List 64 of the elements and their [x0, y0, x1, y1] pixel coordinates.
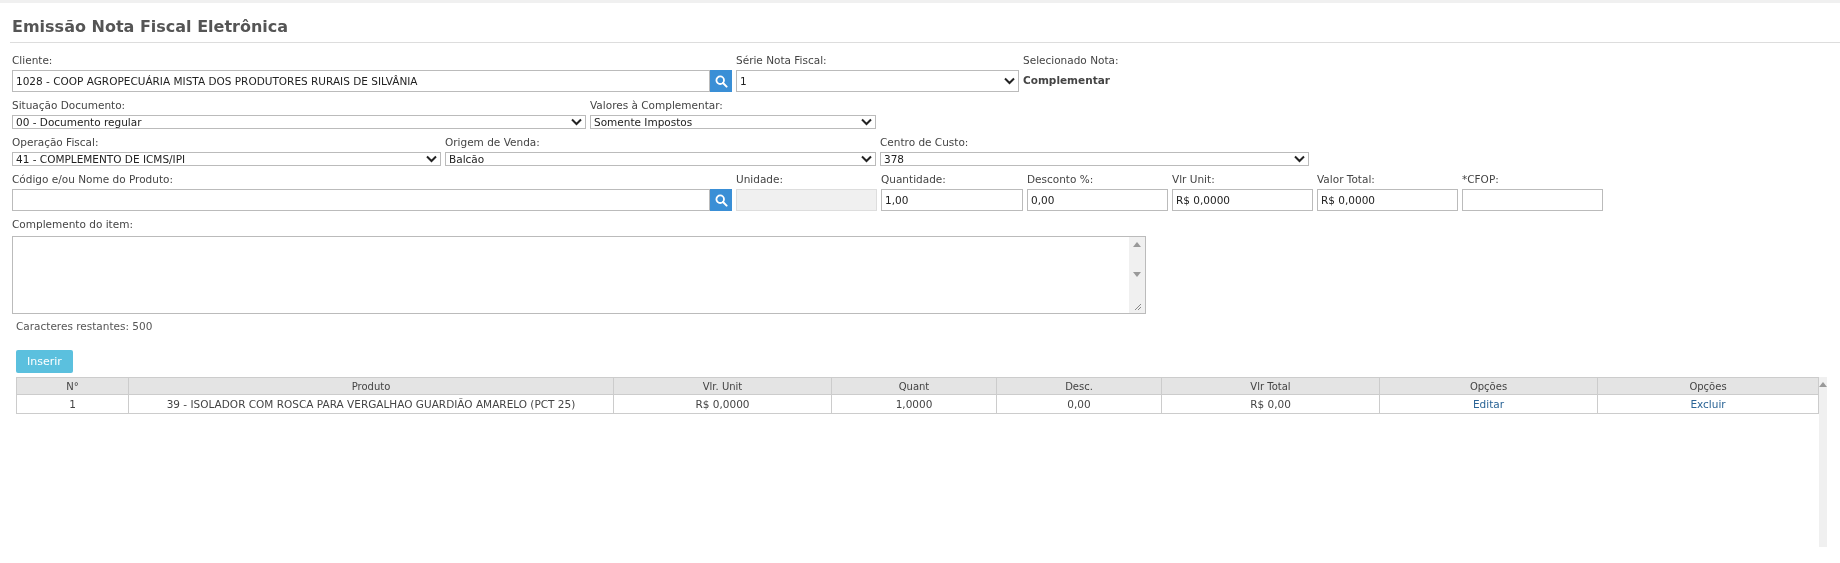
column-header: Produto — [128, 377, 614, 395]
table-cell: R$ 0,00 — [1161, 394, 1380, 414]
field-label: Unidade: — [736, 172, 785, 187]
field-label: Cliente: — [12, 53, 54, 68]
row-action-link[interactable]: Excluir — [1690, 398, 1726, 410]
note-type-value: Complementar — [1023, 74, 1111, 86]
select-field[interactable]: 378 — [880, 152, 1309, 166]
search-icon — [714, 74, 728, 88]
input-field[interactable]: R$ 0,0000 — [1172, 189, 1313, 211]
input-field[interactable] — [1462, 189, 1603, 211]
field-label: Operação Fiscal: — [12, 135, 100, 150]
field-label: Situação Documento: — [12, 98, 127, 113]
chevron-down-icon — [861, 118, 872, 126]
field-label: Quantidade: — [881, 172, 947, 187]
field-label: Complemento do item: — [12, 217, 134, 232]
chevron-down-icon — [426, 155, 437, 163]
field-label: Selecionado Nota: — [1023, 53, 1120, 68]
scroll-up-icon[interactable] — [1133, 242, 1141, 247]
search-field[interactable] — [12, 189, 710, 211]
input-field[interactable]: 1,00 — [881, 189, 1023, 211]
chevron-down-icon — [1294, 155, 1305, 163]
page-title: Emissão Nota Fiscal Eletrônica — [11, 16, 290, 38]
column-header: Vlr Total — [1161, 377, 1380, 395]
column-header: N° — [16, 377, 129, 395]
field-label: Centro de Custo: — [880, 135, 970, 150]
column-header: Desc. — [996, 377, 1162, 395]
column-header: Quant — [831, 377, 997, 395]
select-field[interactable]: Somente Impostos — [590, 115, 876, 129]
table-cell: 39 - ISOLADOR COM ROSCA PARA VERGALHAO GUARDIÃO AMARELO (PCT 25) — [128, 394, 614, 414]
chevron-down-icon — [1004, 77, 1015, 85]
table-cell: 1,0000 — [831, 394, 997, 414]
search-button[interactable] — [710, 189, 732, 211]
scroll-down-icon[interactable] — [1133, 272, 1141, 277]
field-label: Valores à Complementar: — [590, 98, 724, 113]
field-label: Valor Total: — [1317, 172, 1376, 187]
column-header: Opções — [1379, 377, 1598, 395]
search-field[interactable]: 1028 - COOP AGROPECUÁRIA MISTA DOS PRODUTORES RURAIS DE SILVÂNIA — [12, 70, 710, 92]
field-label: Desconto %: — [1027, 172, 1095, 187]
input-field[interactable]: 0,00 — [1027, 189, 1168, 211]
row-action-link[interactable]: Editar — [1472, 398, 1505, 410]
resize-grip-icon[interactable] — [1132, 302, 1142, 311]
field-label: Código e/ou Nome do Produto: — [12, 172, 174, 187]
search-icon — [714, 193, 728, 207]
column-header: Vlr. Unit — [613, 377, 832, 395]
column-header: Opções — [1597, 377, 1819, 395]
select-field[interactable]: Balcão — [445, 152, 876, 166]
chevron-down-icon — [571, 118, 582, 126]
text-area[interactable] — [12, 236, 1146, 314]
table-cell: R$ 0,0000 — [613, 394, 832, 414]
characters-remaining: Caracteres restantes: 500 — [16, 320, 154, 332]
chevron-down-icon — [861, 155, 872, 163]
table-cell: 1 — [16, 394, 129, 414]
select-field[interactable]: 00 - Documento regular — [12, 115, 586, 129]
select-field[interactable]: 1 — [736, 70, 1019, 92]
field-label: Origem de Venda: — [445, 135, 541, 150]
select-field[interactable]: 41 - COMPLEMENTO DE ICMS/IPI — [12, 152, 441, 166]
input-field[interactable]: R$ 0,0000 — [1317, 189, 1458, 211]
scroll-up-icon[interactable] — [1819, 382, 1827, 387]
table-cell: 0,00 — [996, 394, 1162, 414]
field-label: Série Nota Fiscal: — [736, 53, 828, 68]
search-button[interactable] — [710, 70, 732, 92]
field-label: Vlr Unit: — [1172, 172, 1216, 187]
field-label: *CFOP: — [1462, 172, 1500, 187]
scrollbar[interactable] — [1819, 377, 1827, 547]
